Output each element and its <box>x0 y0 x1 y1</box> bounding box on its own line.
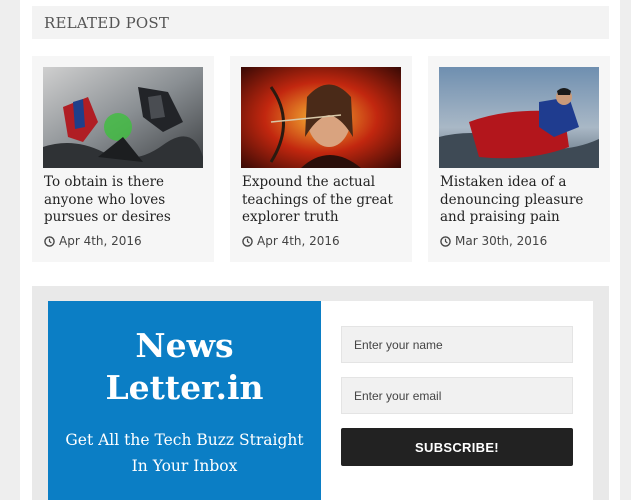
newsletter-section: News Letter.in Get All the Tech Buzz Str… <box>32 286 609 500</box>
clock-icon <box>44 235 55 247</box>
clock-icon <box>242 235 253 247</box>
related-post-card[interactable]: To obtain is there anyone who loves purs… <box>32 56 214 262</box>
subscribe-button[interactable]: SUBSCRIBE! <box>341 428 573 466</box>
post-title[interactable]: Expound the actual teachings of the grea… <box>242 174 407 227</box>
post-title[interactable]: To obtain is there anyone who loves purs… <box>44 174 209 227</box>
related-post-header: RELATED POST <box>32 6 609 39</box>
newsletter-form: SUBSCRIBE! <box>321 301 593 500</box>
email-field[interactable] <box>341 377 573 414</box>
post-date: Mar 30th, 2016 <box>440 234 547 248</box>
newsletter-brand: News Letter.in <box>105 326 264 407</box>
related-post-card[interactable]: Expound the actual teachings of the grea… <box>230 56 412 262</box>
post-thumbnail[interactable] <box>43 67 203 168</box>
post-date: Apr 4th, 2016 <box>242 234 340 248</box>
related-post-card[interactable]: Mistaken idea of a denouncing pleasure a… <box>428 56 610 262</box>
post-thumbnail[interactable] <box>241 67 401 168</box>
clock-icon <box>440 235 451 247</box>
post-date: Apr 4th, 2016 <box>44 234 142 248</box>
related-post-title: RELATED POST <box>44 14 170 32</box>
post-thumbnail[interactable] <box>439 67 599 168</box>
newsletter-promo-panel: News Letter.in Get All the Tech Buzz Str… <box>48 301 321 500</box>
newsletter-tagline: Get All the Tech Buzz Straight In Your I… <box>65 431 304 475</box>
name-field[interactable] <box>341 326 573 363</box>
post-title[interactable]: Mistaken idea of a denouncing pleasure a… <box>440 174 605 227</box>
